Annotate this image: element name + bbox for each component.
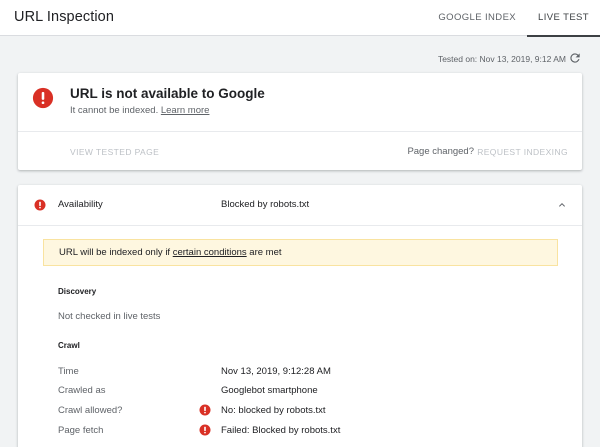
crawled-as-value: Googlebot smartphone xyxy=(221,385,318,396)
crawl-time-label: Time xyxy=(58,366,79,377)
top-app-bar: URL Inspection GOOGLE INDEX LIVE TEST xyxy=(0,0,600,37)
page-fetch-value: Failed: Blocked by robots.txt xyxy=(221,425,341,436)
crawl-heading: Crawl xyxy=(58,341,80,350)
discovery-text: Not checked in live tests xyxy=(58,311,161,322)
notice-prefix: URL will be indexed only if xyxy=(59,247,171,258)
crawl-allowed-label: Crawl allowed? xyxy=(58,405,123,416)
divider xyxy=(18,225,582,226)
availability-label: Availability xyxy=(58,199,103,210)
status-subtitle: It cannot be indexed. Learn more xyxy=(70,105,209,116)
certain-conditions-link[interactable]: certain conditions xyxy=(173,247,247,258)
availability-card: Availability Blocked by robots.txt URL w… xyxy=(18,185,582,447)
page-fetch-label: Page fetch xyxy=(58,425,104,436)
crawled-as-label: Crawled as xyxy=(58,385,106,396)
status-title: URL is not available to Google xyxy=(70,86,265,101)
status-subtitle-text: It cannot be indexed. xyxy=(70,105,159,116)
learn-more-link[interactable]: Learn more xyxy=(161,105,210,116)
crawl-time-value: Nov 13, 2019, 9:12:28 AM xyxy=(221,366,331,377)
error-circle-icon xyxy=(34,199,46,211)
page-title: URL Inspection xyxy=(14,9,114,25)
tab-google-index[interactable]: GOOGLE INDEX xyxy=(427,0,527,36)
crawl-allowed-value: No: blocked by robots.txt xyxy=(221,405,326,416)
discovery-heading: Discovery xyxy=(58,287,97,296)
view-tested-page-button[interactable]: VIEW TESTED PAGE xyxy=(70,147,159,157)
inspection-tabs: GOOGLE INDEX LIVE TEST xyxy=(427,0,600,37)
availability-header-row[interactable]: Availability Blocked by robots.txt xyxy=(18,185,582,225)
inspection-result-card: URL is not available to Google It cannot… xyxy=(18,73,582,170)
error-circle-icon xyxy=(32,87,54,109)
notice-suffix: are met xyxy=(249,247,282,258)
indexing-conditions-notice: URL will be indexed only if certain cond… xyxy=(43,239,558,266)
chevron-up-icon[interactable] xyxy=(556,199,568,211)
page-changed-label: Page changed? xyxy=(407,146,474,157)
tab-live-test[interactable]: LIVE TEST xyxy=(527,0,600,37)
refresh-icon[interactable] xyxy=(568,51,582,65)
availability-value: Blocked by robots.txt xyxy=(221,199,310,210)
error-circle-icon xyxy=(199,404,211,416)
error-circle-icon xyxy=(199,424,211,436)
divider xyxy=(18,131,582,132)
request-indexing-button[interactable]: REQUEST INDEXING xyxy=(477,147,568,157)
tested-on-timestamp: Tested on: Nov 13, 2019, 9:12 AM xyxy=(437,54,566,64)
